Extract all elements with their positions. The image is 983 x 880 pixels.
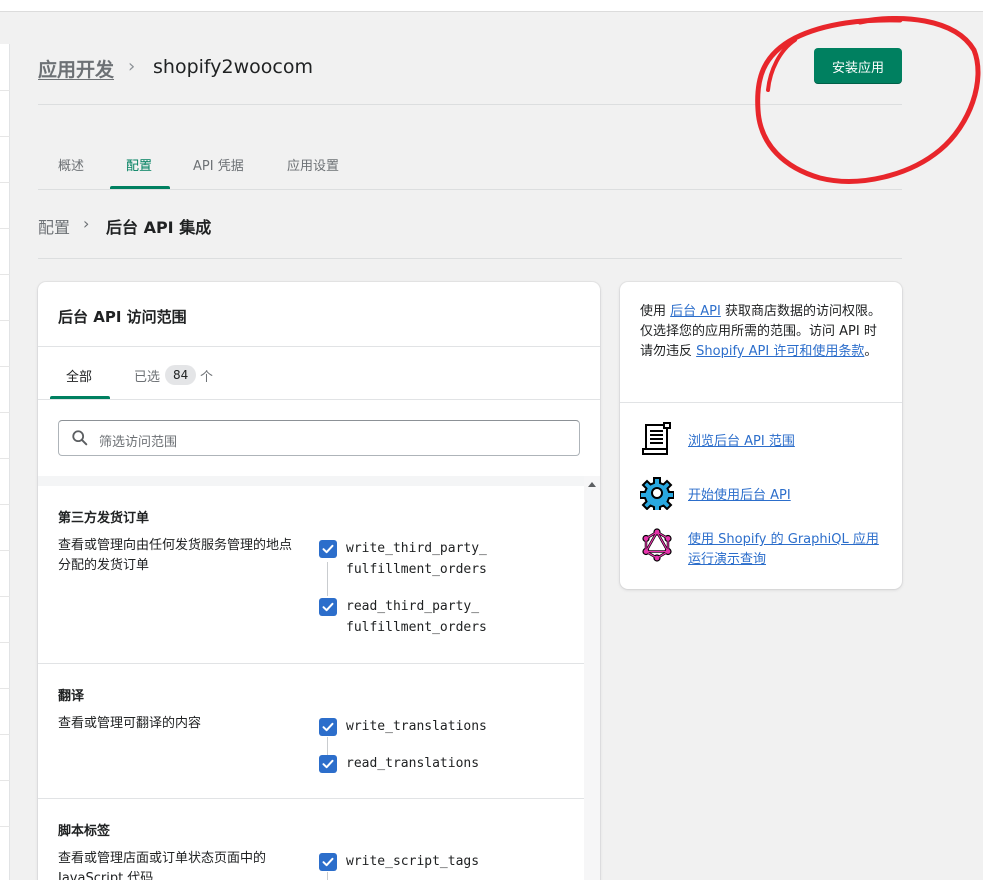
document-scroll-icon: [642, 422, 671, 455]
divider: [38, 346, 600, 347]
card-title: 后台 API 访问范围: [58, 308, 187, 326]
scopes-tab-selected[interactable]: 已选: [134, 366, 160, 385]
check-icon: [322, 544, 334, 554]
api-terms-link[interactable]: Shopify API 许可和使用条款: [696, 344, 864, 359]
selected-count-badge: 84: [165, 365, 197, 385]
left-panel-edge: [0, 44, 10, 880]
scope-checkbox[interactable]: [319, 598, 337, 616]
scope-checkbox[interactable]: [319, 540, 337, 558]
tab-app-settings[interactable]: 应用设置: [287, 155, 339, 174]
tab-api-credentials[interactable]: API 凭据: [193, 155, 244, 174]
divider: [38, 258, 902, 259]
search-icon: [72, 430, 88, 446]
check-icon: [322, 759, 334, 769]
scope-list: 第三方发货订单 查看或管理向由任何发货服务管理的地点分配的发货订单 write_…: [38, 486, 584, 880]
admin-api-info-card: 使用 后台 API 获取商店数据的访问权限。仅选择您的应用所需的范围。访问 AP…: [620, 282, 902, 589]
breadcrumb-separator: ›: [128, 56, 136, 77]
scope-section-title: 第三方发货订单: [58, 511, 150, 526]
selected-unit: 个: [200, 370, 214, 385]
resource-get-started[interactable]: 开始使用后台 API: [640, 476, 890, 512]
scope-section-script-tags: 脚本标签 查看或管理店面或订单状态页面中的 JavaScript 代码 writ…: [38, 799, 584, 880]
resource-graphiql[interactable]: 使用 Shopify 的 GraphiQL 应用运行演示查询: [640, 528, 890, 572]
scope-label[interactable]: write_third_party_ fulfillment_orders: [346, 538, 487, 580]
check-icon: [322, 857, 334, 867]
search-placeholder: 筛选访问范围: [99, 435, 178, 450]
scope-section-description: 查看或管理向由任何发货服务管理的地点分配的发货订单: [58, 538, 293, 573]
scope-section-third-party-fulfillment: 第三方发货订单 查看或管理向由任何发货服务管理的地点分配的发货订单 write_…: [38, 486, 584, 663]
scope-section-description: 查看或管理可翻译的内容: [58, 716, 202, 731]
divider: [38, 104, 902, 105]
top-bar: [0, 0, 983, 12]
resource-link[interactable]: 浏览后台 API 范围: [688, 432, 795, 452]
scope-label[interactable]: read_translations: [346, 753, 479, 774]
breadcrumb-separator: ›: [83, 214, 90, 233]
tab-overview[interactable]: 概述: [58, 155, 84, 174]
scope-label[interactable]: read_third_party_ fulfillment_orders: [346, 596, 487, 638]
section-title: 后台 API 集成: [106, 218, 212, 237]
resource-browse-scopes[interactable]: 浏览后台 API 范围: [640, 422, 890, 458]
tab-configuration[interactable]: 配置: [126, 155, 152, 174]
scope-checkbox[interactable]: [319, 755, 337, 773]
graphql-logo-icon: [642, 528, 672, 562]
scrollbar[interactable]: [584, 476, 600, 880]
scope-section-title: 脚本标签: [58, 824, 111, 839]
page-title: shopify2woocom: [153, 56, 313, 78]
scopes-tab-all[interactable]: 全部: [66, 366, 92, 385]
info-text: 使用: [640, 304, 671, 319]
install-app-button[interactable]: 安装应用: [814, 48, 902, 84]
checkbox-connector: [327, 562, 328, 596]
admin-api-scopes-card: 后台 API 访问范围 全部 已选 84 个 筛选访问范围 第三方发货订单 查看…: [38, 282, 600, 880]
scope-label[interactable]: write_translations: [346, 716, 487, 737]
scope-checkbox[interactable]: [319, 718, 337, 736]
info-description: 使用 后台 API 获取商店数据的访问权限。仅选择您的应用所需的范围。访问 AP…: [640, 302, 885, 362]
breadcrumb-app-development[interactable]: 应用开发: [38, 55, 114, 82]
checkbox-connector: [327, 872, 328, 880]
divider: [38, 399, 600, 400]
checkbox-connector: [327, 737, 328, 755]
divider: [620, 402, 902, 403]
resource-link[interactable]: 开始使用后台 API: [688, 486, 791, 506]
resource-link[interactable]: 使用 Shopify 的 GraphiQL 应用运行演示查询: [688, 530, 888, 570]
scope-checkbox[interactable]: [319, 853, 337, 871]
scope-filter-input[interactable]: 筛选访问范围: [58, 420, 580, 456]
scope-section-description: 查看或管理店面或订单状态页面中的 JavaScript 代码: [58, 851, 267, 880]
info-text: 。: [864, 344, 878, 359]
gear-icon: [640, 477, 674, 510]
check-icon: [322, 602, 334, 612]
scope-section-title: 翻译: [58, 689, 85, 704]
scope-section-translations: 翻译 查看或管理可翻译的内容 write_translations read_t…: [38, 664, 584, 798]
scope-label[interactable]: write_script_tags: [346, 851, 479, 872]
breadcrumb-configuration[interactable]: 配置: [38, 214, 70, 238]
scroll-up-arrow[interactable]: [588, 482, 596, 487]
red-annotation-circle: [755, 16, 981, 184]
admin-api-link[interactable]: 后台 API: [670, 304, 721, 319]
tabs-divider: [38, 189, 902, 190]
list-top-shade: [38, 476, 600, 486]
check-icon: [322, 722, 334, 732]
